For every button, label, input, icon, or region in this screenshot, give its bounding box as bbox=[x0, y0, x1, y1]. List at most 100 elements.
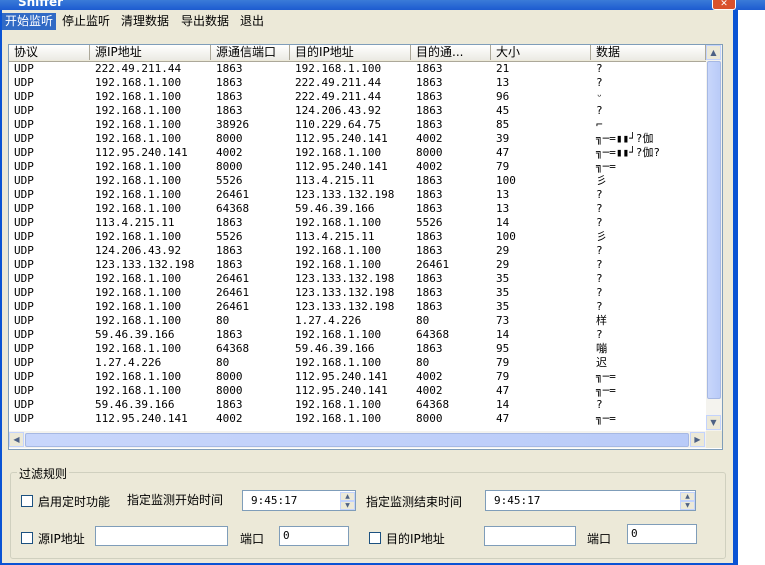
end-time-value: 9:45:17 bbox=[494, 494, 541, 507]
end-time-picker[interactable]: 9:45:17 ▲ ▼ bbox=[485, 490, 696, 511]
scroll-left-button[interactable]: ◀ bbox=[9, 432, 24, 447]
column-header-dst-port[interactable]: 目的通... bbox=[411, 45, 491, 60]
cell-dst-ip: 59.46.39.166 bbox=[295, 202, 375, 215]
src-ip-input[interactable] bbox=[95, 526, 228, 546]
cell-src-ip: 192.168.1.100 bbox=[95, 174, 182, 187]
cell-data: ╗─= bbox=[596, 160, 616, 173]
vertical-scroll-thumb[interactable] bbox=[707, 61, 721, 399]
cell-dst-port: 80 bbox=[416, 356, 430, 369]
table-row[interactable]: UDP 192.168.1.100 1863 222.49.211.44 1863 96 ᵕ bbox=[9, 90, 706, 104]
scroll-down-button[interactable]: ▼ bbox=[706, 415, 721, 430]
table-row[interactable]: UDP 59.46.39.166 1863 192.168.1.100 64368 14? bbox=[9, 398, 706, 412]
start-time-down-icon[interactable]: ▼ bbox=[340, 501, 355, 510]
table-row[interactable]: UDP 192.168.1.100 64368 59.46.39.166 1863 95 嘣 bbox=[9, 342, 706, 356]
end-time-down-icon[interactable]: ▼ bbox=[680, 501, 695, 510]
table-row[interactable]: UDP 192.168.1.100 64368 59.46.39.166 1863 13? bbox=[9, 202, 706, 216]
dst-ip-label: 目的IP地址 bbox=[386, 532, 445, 546]
horizontal-scrollbar[interactable]: ◀ ▶ bbox=[9, 431, 706, 448]
column-header-src-port[interactable]: 源通信端口 bbox=[211, 45, 290, 60]
cell-data: ? bbox=[596, 62, 603, 75]
cell-src-port: 38926 bbox=[216, 118, 250, 131]
horizontal-scroll-thumb[interactable] bbox=[25, 433, 689, 447]
dst-ip-input[interactable] bbox=[484, 526, 576, 546]
start-time-up-icon[interactable]: ▲ bbox=[340, 492, 355, 501]
column-header-src-ip[interactable]: 源IP地址 bbox=[90, 45, 211, 60]
close-button[interactable]: ✕ bbox=[712, 0, 736, 10]
cell-dst-ip: 192.168.1.100 bbox=[295, 328, 382, 341]
menu-export-data[interactable]: 导出数据 bbox=[178, 13, 232, 30]
cell-data: 嘣 bbox=[596, 342, 607, 355]
src-port-input[interactable]: 0 bbox=[279, 526, 349, 546]
table-row[interactable]: UDP 222.49.211.44 1863 192.168.1.100 1863 21? bbox=[9, 62, 706, 76]
cell-size: 29 bbox=[496, 258, 510, 271]
cell-src-port: 4002 bbox=[216, 412, 243, 425]
table-row[interactable]: UDP 192.168.1.100 80 1.27.4.226 80 73 样 bbox=[9, 314, 706, 328]
enable-timer-label: 启用定时功能 bbox=[38, 495, 111, 509]
src-ip-checkbox[interactable] bbox=[21, 532, 33, 544]
cell-protocol: UDP bbox=[14, 370, 34, 383]
cell-src-ip: 192.168.1.100 bbox=[95, 104, 182, 117]
table-row[interactable]: UDP 192.168.1.100 26461 123.133.132.198 1863… bbox=[9, 300, 706, 314]
cell-size: 47 bbox=[496, 146, 510, 159]
cell-protocol: UDP bbox=[14, 118, 34, 131]
cell-size: 47 bbox=[496, 384, 510, 397]
column-header-data[interactable]: 数据 bbox=[591, 45, 706, 60]
cell-dst-port: 1863 bbox=[416, 118, 443, 131]
table-row[interactable]: UDP 192.168.1.100 26461 123.133.132.198 1863… bbox=[9, 188, 706, 202]
dst-ip-checkbox[interactable] bbox=[369, 532, 381, 544]
table-row[interactable]: UDP 112.95.240.141 4002 192.168.1.100 8000 47… bbox=[9, 412, 706, 426]
cell-src-port: 80 bbox=[216, 356, 230, 369]
column-header-dst-ip[interactable]: 目的IP地址 bbox=[290, 45, 411, 60]
table-row[interactable]: UDP 192.168.1.100 26461 123.133.132.198 1863… bbox=[9, 272, 706, 286]
menu-clear-data[interactable]: 清理数据 bbox=[118, 13, 172, 30]
table-row[interactable]: UDP 113.4.215.11 1863 192.168.1.100 5526 14? bbox=[9, 216, 706, 230]
cell-dst-port: 1863 bbox=[416, 272, 443, 285]
cell-dst-port: 1863 bbox=[416, 188, 443, 201]
table-row[interactable]: UDP 192.168.1.100 26461 123.133.132.198 1863… bbox=[9, 286, 706, 300]
table-row[interactable]: UDP 192.168.1.100 8000 112.95.240.141 4002 79… bbox=[9, 370, 706, 384]
enable-timer-checkbox[interactable] bbox=[21, 495, 33, 507]
cell-size: 35 bbox=[496, 286, 510, 299]
menu-start-capture[interactable]: 开始监听 bbox=[2, 13, 57, 30]
table-row[interactable]: UDP 124.206.43.92 1863 192.168.1.100 1863 29? bbox=[9, 244, 706, 258]
cell-dst-ip: 192.168.1.100 bbox=[295, 216, 382, 229]
cell-data: ? bbox=[596, 272, 603, 285]
cell-dst-ip: 192.168.1.100 bbox=[295, 244, 382, 257]
dst-port-input[interactable]: 0 bbox=[627, 524, 697, 544]
scroll-right-button[interactable]: ▶ bbox=[690, 432, 705, 447]
table-row[interactable]: UDP 192.168.1.100 8000 112.95.240.141 4002 39… bbox=[9, 132, 706, 146]
column-header-size[interactable]: 大小 bbox=[491, 45, 591, 60]
table-row[interactable]: UDP 192.168.1.100 38926 110.229.64.75 1863 85… bbox=[9, 118, 706, 132]
table-row[interactable]: UDP 192.168.1.100 1863 222.49.211.44 1863 13? bbox=[9, 76, 706, 90]
cell-data: ╗─=▮▮┘?伽 bbox=[596, 132, 654, 145]
vertical-scrollbar[interactable]: ▲ ▼ bbox=[706, 45, 722, 431]
column-header-protocol[interactable]: 协议 bbox=[9, 45, 90, 60]
cell-dst-port: 1863 bbox=[416, 174, 443, 187]
table-row[interactable]: UDP 192.168.1.100 5526 113.4.215.11 1863 100 彡 bbox=[9, 174, 706, 188]
table-row[interactable]: UDP 192.168.1.100 1863 124.206.43.92 1863 45? bbox=[9, 104, 706, 118]
menu-exit[interactable]: 退出 bbox=[237, 13, 267, 30]
scroll-up-button[interactable]: ▲ bbox=[706, 45, 721, 60]
cell-src-ip: 192.168.1.100 bbox=[95, 118, 182, 131]
table-row[interactable]: UDP 123.133.132.198 1863 192.168.1.100 26461… bbox=[9, 258, 706, 272]
cell-size: 35 bbox=[496, 300, 510, 313]
cell-size: 13 bbox=[496, 76, 510, 89]
start-time-label: 指定监测开始时间 bbox=[127, 493, 224, 507]
table-row[interactable]: UDP 59.46.39.166 1863 192.168.1.100 64368 14? bbox=[9, 328, 706, 342]
cell-data: ᵕ bbox=[596, 90, 603, 103]
start-time-picker[interactable]: 9:45:17 ▲ ▼ bbox=[242, 490, 356, 511]
menu-stop-capture[interactable]: 停止监听 bbox=[59, 13, 113, 30]
cell-dst-ip: 124.206.43.92 bbox=[295, 104, 382, 117]
table-row[interactable]: UDP 192.168.1.100 8000 112.95.240.141 4002 79… bbox=[9, 160, 706, 174]
cell-size: 45 bbox=[496, 104, 510, 117]
table-row[interactable]: UDP 112.95.240.141 4002 192.168.1.100 8000 47… bbox=[9, 146, 706, 160]
src-ip-label: 源IP地址 bbox=[38, 532, 85, 546]
packet-list[interactable]: 协议 源IP地址 源通信端口 目的IP地址 目的通... 大小 数据 UDP 22… bbox=[8, 44, 723, 450]
cell-data: 彡 bbox=[596, 174, 607, 187]
table-row[interactable]: UDP 1.27.4.226 80 192.168.1.100 80 79 迟 bbox=[9, 356, 706, 370]
cell-size: 95 bbox=[496, 342, 510, 355]
end-time-up-icon[interactable]: ▲ bbox=[680, 492, 695, 501]
cell-data: ? bbox=[596, 76, 603, 89]
table-row[interactable]: UDP 192.168.1.100 5526 113.4.215.11 1863 100 彡 bbox=[9, 230, 706, 244]
table-row[interactable]: UDP 192.168.1.100 8000 112.95.240.141 4002 47… bbox=[9, 384, 706, 398]
